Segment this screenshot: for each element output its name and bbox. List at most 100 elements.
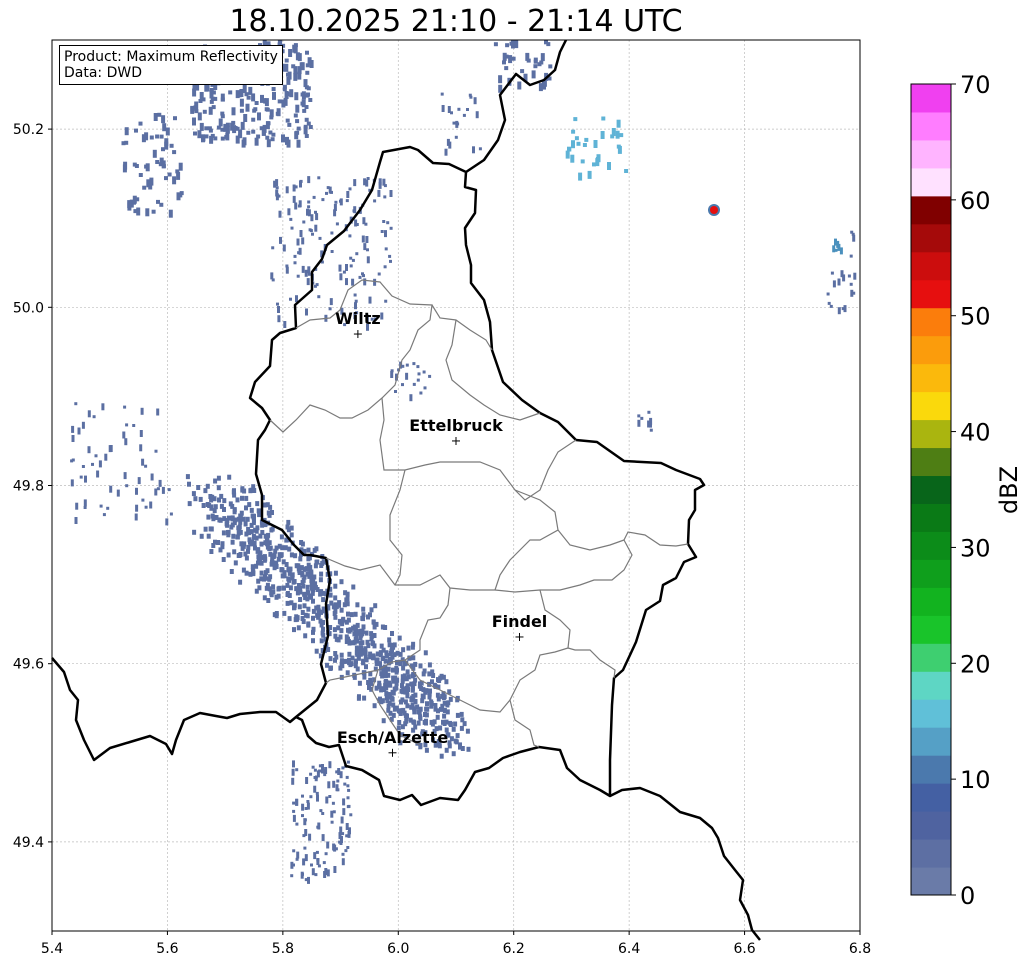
radar-echo: [339, 652, 344, 658]
radar-echo: [409, 681, 414, 687]
radar-echo: [287, 616, 292, 622]
radar-echo: [275, 111, 280, 116]
radar-echo: [311, 868, 315, 876]
radar-echo: [576, 141, 581, 146]
radar-echo: [308, 833, 312, 841]
radar-echo: [304, 85, 309, 90]
radar-echo: [300, 92, 305, 97]
radar-echo: [456, 122, 460, 126]
radar-echo: [446, 138, 450, 146]
radar-echo: [244, 495, 249, 501]
radar-echo: [282, 610, 287, 616]
radar-echo: [601, 116, 606, 121]
radar-echo: [413, 661, 418, 667]
radar-echo: [231, 107, 236, 116]
radar-echo: [276, 586, 281, 592]
radar-echo: [292, 605, 296, 611]
radar-echo: [344, 619, 349, 625]
radar-echo: [307, 876, 310, 884]
radar-echo: [412, 709, 417, 715]
radar-echo: [473, 97, 477, 105]
radar-echo: [285, 264, 289, 268]
colorbar-tick-label: 70: [960, 71, 991, 99]
radar-echo: [299, 230, 303, 237]
radar-echo: [134, 128, 138, 133]
x-tick-label: 6.8: [849, 941, 871, 957]
radar-echo: [116, 489, 120, 497]
radar-echo: [295, 615, 300, 621]
radar-echo: [318, 618, 323, 624]
radar-echo: [226, 532, 231, 538]
radar-echo: [292, 195, 296, 203]
radar-echo: [314, 778, 318, 782]
radar-echo: [293, 254, 297, 258]
radar-echo: [315, 850, 319, 854]
radar-echo: [346, 796, 350, 800]
radar-echo: [124, 127, 129, 136]
radar-echo: [336, 779, 340, 783]
belgium-germany-east-border: [609, 786, 761, 941]
radar-echo: [321, 764, 324, 771]
radar-echo: [357, 680, 362, 686]
colorbar-segment: [911, 475, 951, 504]
radar-echo: [159, 134, 164, 139]
radar-echo: [418, 663, 423, 669]
y-tick-label: 49.8: [13, 479, 44, 495]
radar-echo: [307, 176, 311, 184]
radar-echo: [428, 374, 432, 378]
radar-echo: [295, 768, 299, 772]
radar-echo: [301, 237, 305, 245]
radar-echo: [187, 481, 191, 487]
radar-echo: [333, 633, 338, 639]
radar-echo: [164, 138, 169, 147]
radar-echo: [435, 692, 440, 698]
radar-echo: [296, 139, 301, 148]
radar-echo: [423, 386, 427, 390]
radar-echo: [429, 699, 434, 705]
radar-echo: [315, 213, 319, 221]
radar-echo: [472, 146, 475, 154]
radar-echo: [416, 378, 420, 382]
radar-echo: [306, 562, 311, 568]
radar-echo: [378, 181, 382, 189]
radar-echo: [380, 312, 384, 320]
radar-echo: [260, 94, 264, 103]
radar-echo: [330, 231, 334, 235]
radar-echo: [580, 159, 585, 164]
radar-echo: [380, 624, 385, 630]
radar-echo: [271, 246, 275, 250]
radar-echo: [361, 660, 366, 666]
radar-echo: [242, 85, 247, 93]
radar-echo: [401, 647, 406, 653]
radar-echo: [297, 204, 301, 208]
radar-echo: [348, 627, 353, 633]
radar-echo: [358, 628, 363, 634]
radar-echo: [300, 610, 305, 615]
radar-echo: [224, 134, 229, 139]
radar-echo: [293, 113, 298, 118]
radar-echo: [354, 299, 358, 303]
radar-echo: [849, 282, 853, 286]
radar-echo: [384, 652, 389, 658]
x-tick-label: 6.2: [503, 941, 525, 957]
radar-echo: [310, 214, 314, 222]
radar-echo: [352, 624, 357, 630]
radar-echo: [345, 823, 349, 830]
radar-echo: [366, 248, 369, 252]
radar-echo: [244, 531, 249, 537]
colorbar-segment: [911, 867, 951, 896]
radar-echo: [296, 126, 301, 131]
radar-echo: [251, 571, 256, 577]
radar-echo: [362, 650, 367, 656]
radar-echo: [453, 738, 458, 744]
radar-echo: [255, 548, 260, 554]
radar-echo: [70, 479, 74, 487]
radar-echo: [316, 604, 321, 610]
radar-echo: [367, 685, 371, 690]
radar-echo: [378, 661, 382, 667]
radar-echo: [306, 121, 311, 126]
germany-border: [465, 39, 568, 174]
radar-echo: [362, 217, 366, 225]
radar-echo: [358, 651, 363, 657]
radar-echo: [301, 583, 306, 589]
